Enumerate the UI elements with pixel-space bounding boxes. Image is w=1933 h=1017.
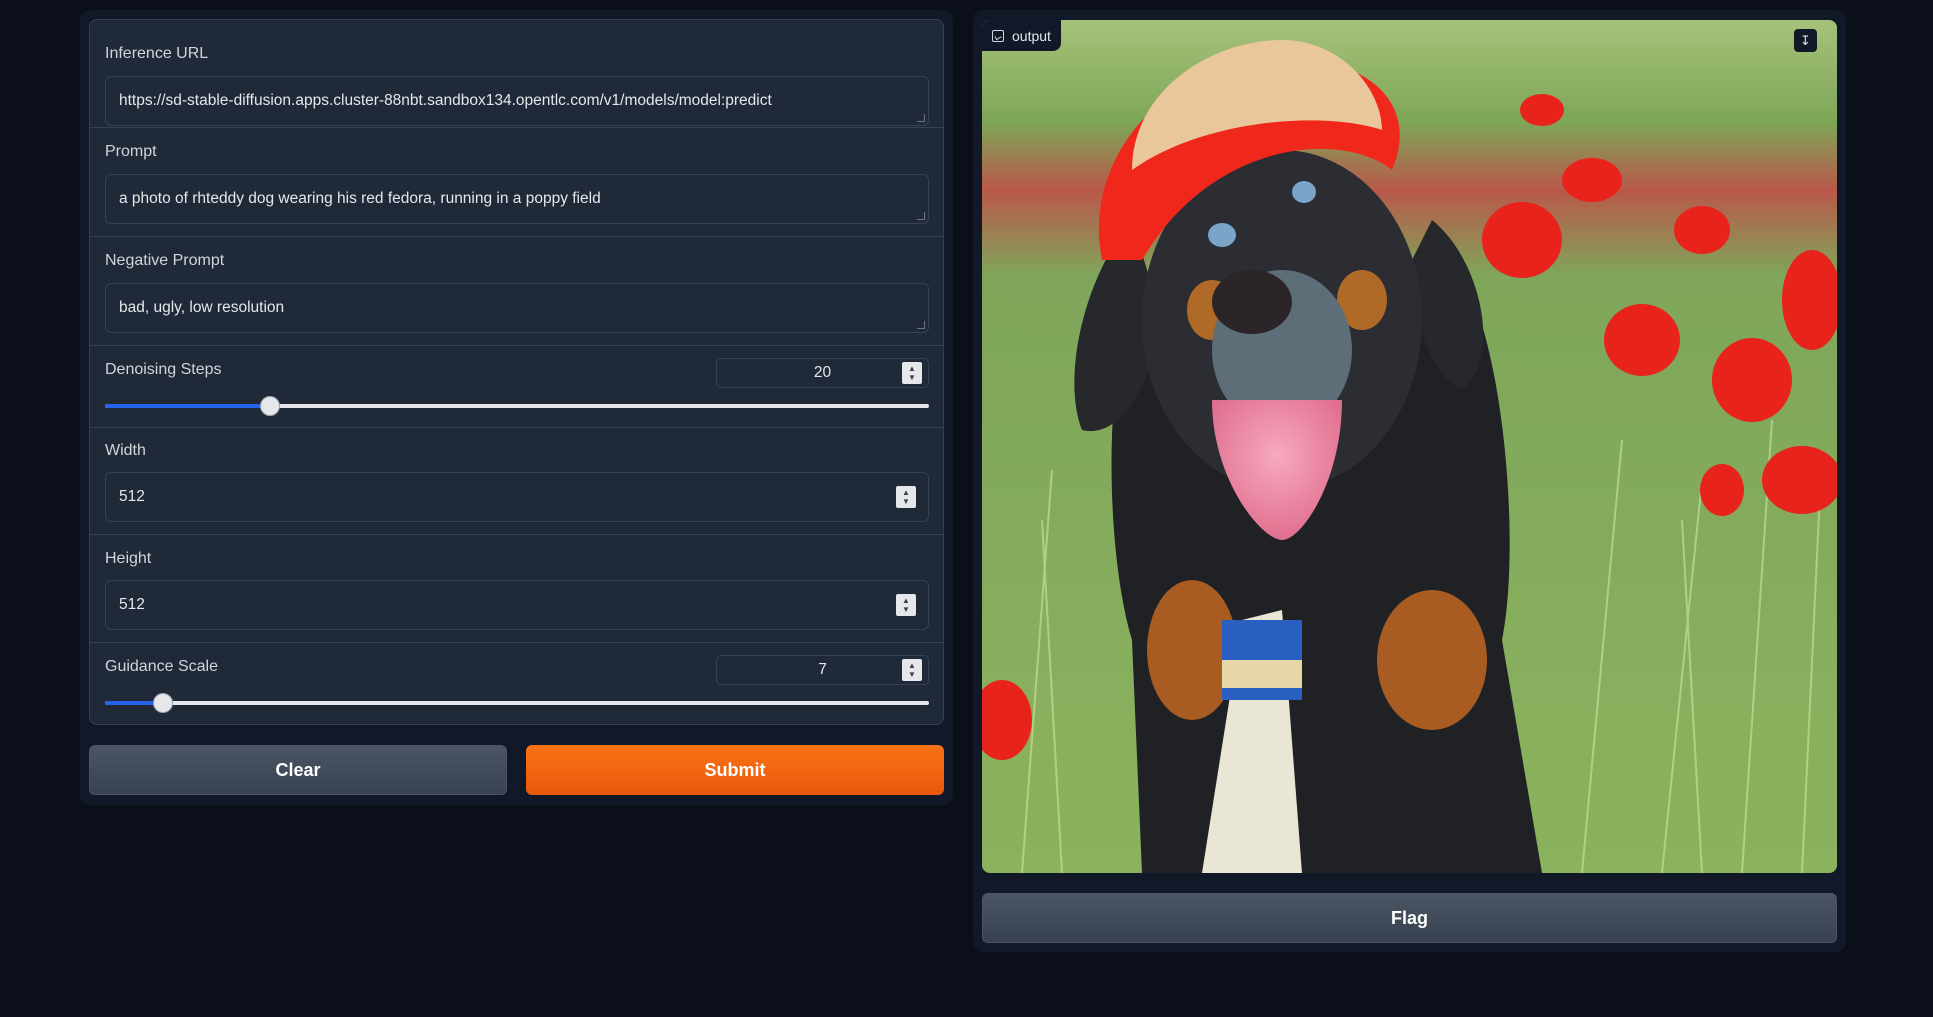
height-label: Height [105,550,152,567]
slider-thumb[interactable] [152,693,173,713]
image-icon [992,29,1004,42]
height-input[interactable]: 512 ▲ ▼ [105,580,929,630]
inference-url-label: Inference URL [105,45,209,62]
width-value: 512 [119,488,145,505]
guidance-scale-slider[interactable] [105,693,929,713]
guidance-scale-number-input[interactable]: 7 ▲ ▼ [716,655,929,685]
prompt-value: a photo of rhteddy dog wearing his red f… [119,190,601,207]
width-label: Width [105,442,146,459]
denoising-steps-label: Denoising Steps [105,361,222,378]
denoising-steps-value: 20 [813,364,832,381]
slider-fill [105,404,270,408]
inference-url-block: Inference URL https://sd-stable-diffusio… [90,20,943,128]
flag-button[interactable]: Flag [982,893,1837,943]
output-label-tag: output [982,20,1061,51]
height-value: 512 [119,596,145,613]
input-panel: Inference URL https://sd-stable-diffusio… [80,10,953,805]
negative-prompt-input[interactable]: bad, ugly, low resolution [105,283,929,333]
resize-grip-icon[interactable] [917,321,925,329]
inference-url-value: https://sd-stable-diffusion.apps.cluster… [119,92,772,109]
prompt-label: Prompt [105,143,157,160]
denoising-steps-number-input[interactable]: 20 ▲ ▼ [716,358,929,388]
width-block: Width 512 ▲ ▼ [90,428,943,535]
stepper-icon[interactable]: ▲ ▼ [896,594,916,616]
input-form: Inference URL https://sd-stable-diffusio… [89,19,944,725]
output-label: output [1012,27,1051,44]
clear-button[interactable]: Clear [89,745,507,795]
output-image [982,20,1837,873]
guidance-scale-block: Guidance Scale 7 ▲ ▼ [90,643,943,724]
denoising-steps-slider[interactable] [105,396,929,416]
height-block: Height 512 ▲ ▼ [90,535,943,643]
width-input[interactable]: 512 ▲ ▼ [105,472,929,522]
stepper-icon[interactable]: ▲ ▼ [902,362,922,384]
download-icon[interactable]: ↧ [1794,29,1817,52]
submit-button[interactable]: Submit [526,745,944,795]
output-image-container: output ↧ [982,20,1837,873]
denoising-steps-block: Denoising Steps 20 ▲ ▼ [90,346,943,428]
negative-prompt-block: Negative Prompt bad, ugly, low resolutio… [90,237,943,346]
resize-grip-icon[interactable] [917,114,925,122]
resize-grip-icon[interactable] [917,212,925,220]
output-panel: output ↧ Flag [973,10,1846,952]
prompt-input[interactable]: a photo of rhteddy dog wearing his red f… [105,174,929,224]
prompt-block: Prompt a photo of rhteddy dog wearing hi… [90,128,943,237]
slider-thumb[interactable] [259,396,280,416]
negative-prompt-value: bad, ugly, low resolution [119,299,285,316]
stepper-icon[interactable]: ▲ ▼ [896,486,916,508]
guidance-scale-label: Guidance Scale [105,658,218,675]
negative-prompt-label: Negative Prompt [105,252,225,269]
inference-url-input[interactable]: https://sd-stable-diffusion.apps.cluster… [105,76,929,126]
guidance-scale-value: 7 [818,661,827,678]
stepper-icon[interactable]: ▲ ▼ [902,659,922,681]
